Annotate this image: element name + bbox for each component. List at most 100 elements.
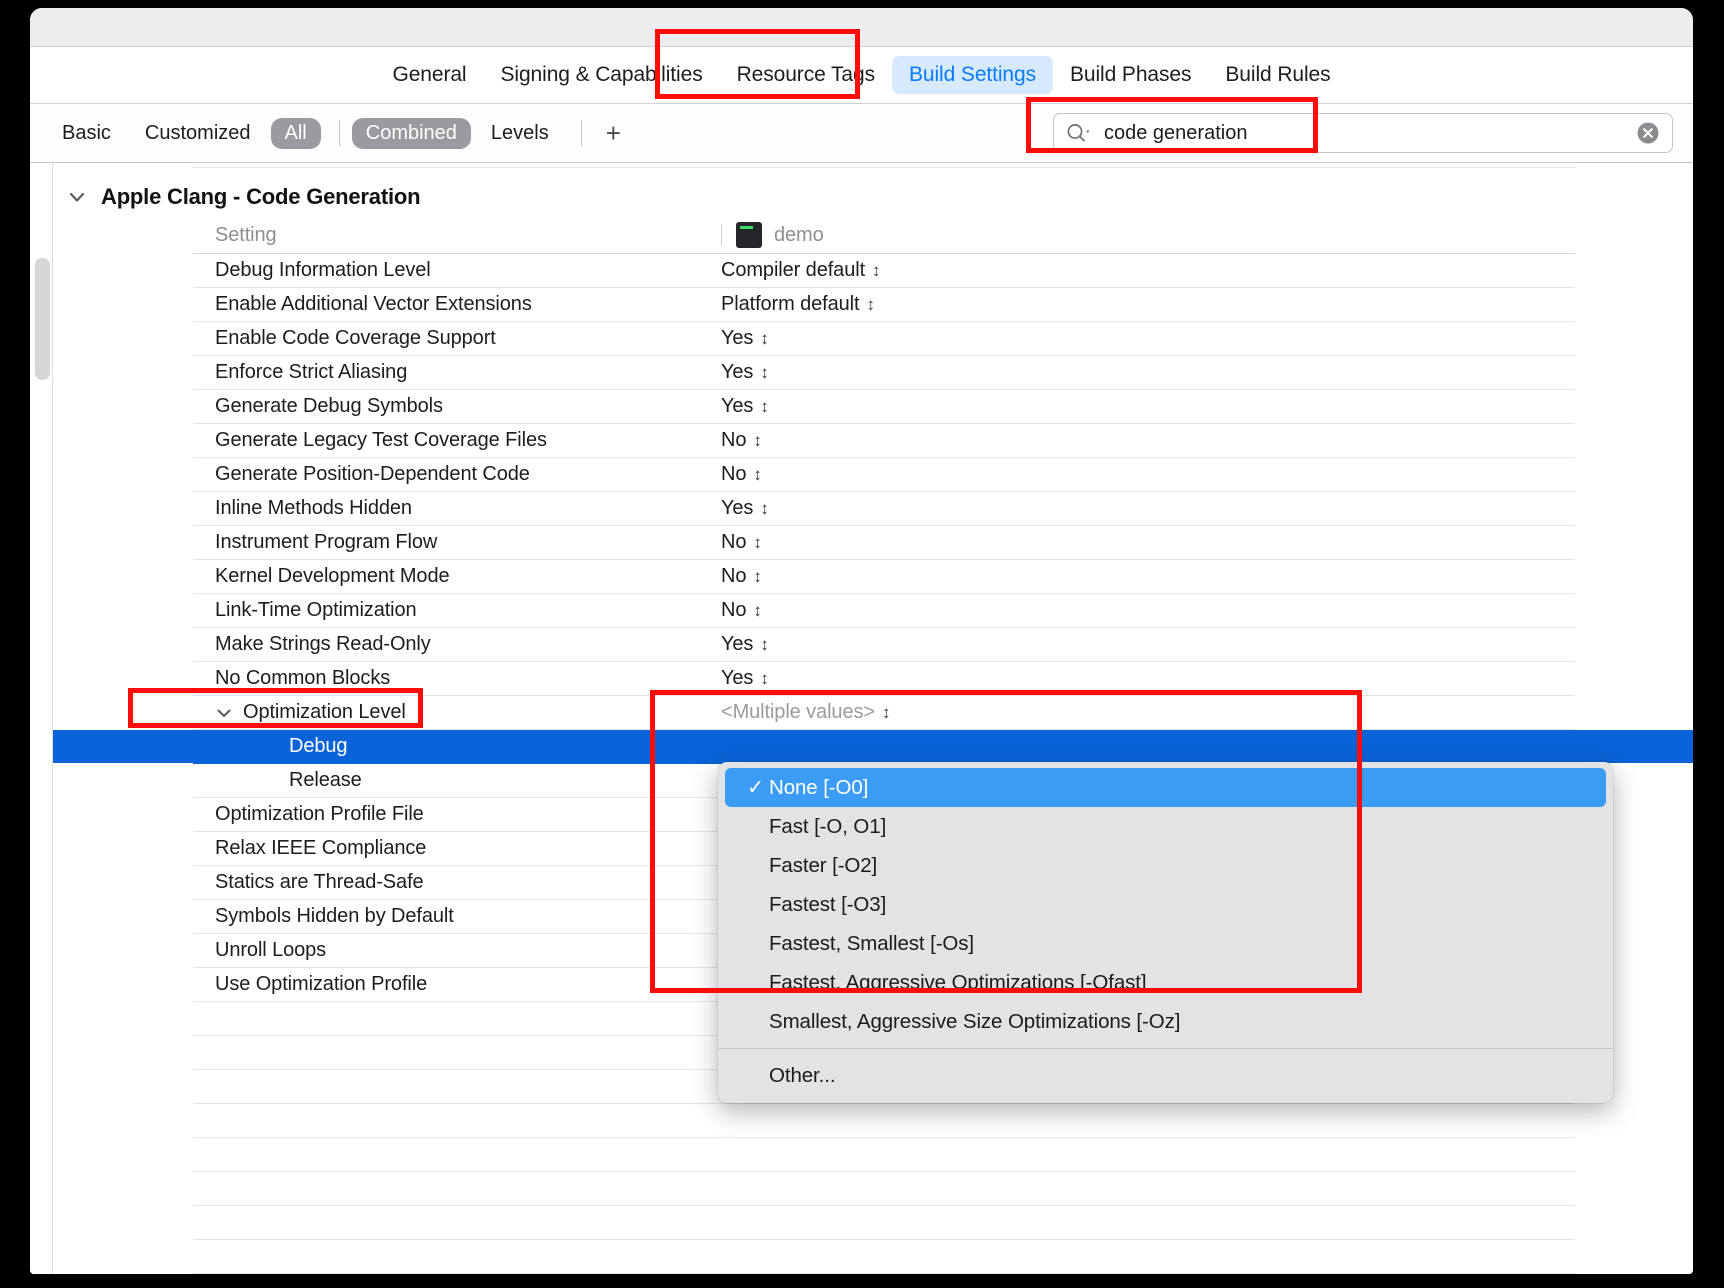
menu-item-none-o0[interactable]: ✓ None [-O0] (725, 768, 1606, 807)
setting-value-popup[interactable]: Yes ↕ (713, 497, 1575, 520)
tab-build-phases[interactable]: Build Phases (1053, 56, 1208, 94)
table-row[interactable]: Generate Legacy Test Coverage Files No ↕ (193, 424, 1575, 458)
table-row[interactable]: Generate Position-Dependent Code No ↕ (193, 458, 1575, 492)
setting-value-popup[interactable]: No ↕ (713, 463, 1575, 486)
setting-value-text: Compiler default (721, 259, 866, 281)
menu-item-label: Fast [-O, O1] (769, 814, 887, 838)
table-row[interactable]: Enable Additional Vector Extensions Plat… (193, 288, 1575, 322)
stepper-icon[interactable]: ↕ (760, 329, 769, 349)
stepper-icon[interactable]: ↕ (760, 669, 769, 689)
stepper-icon[interactable]: ↕ (760, 499, 769, 519)
menu-item-fast-o1[interactable]: Fast [-O, O1] (725, 807, 1606, 846)
clear-search-icon[interactable] (1636, 121, 1660, 145)
header-column-divider (721, 224, 722, 246)
setting-value-text: No (721, 599, 747, 621)
setting-value-popup[interactable]: No ↕ (713, 599, 1575, 622)
settings-scrollbar[interactable] (30, 163, 53, 1274)
menu-item-faster-o2[interactable]: Faster [-O2] (725, 846, 1606, 885)
selected-row-wrapper: Debug (53, 730, 1693, 764)
setting-value-popup[interactable]: Yes ↕ (713, 361, 1575, 384)
table-row[interactable]: Debug Information Level Compiler default… (193, 254, 1575, 288)
scrollbar-thumb[interactable] (35, 258, 50, 380)
column-header-target[interactable]: demo (713, 222, 1575, 248)
setting-value-popup[interactable]: Yes ↕ (713, 395, 1575, 418)
setting-value-popup[interactable]: Yes ↕ (713, 633, 1575, 656)
filter-combined[interactable]: Combined (351, 117, 471, 149)
stepper-icon[interactable]: ↕ (753, 533, 762, 553)
stepper-icon[interactable]: ↕ (753, 601, 762, 621)
stepper-icon[interactable]: ↕ (753, 465, 762, 485)
tab-build-settings[interactable]: Build Settings (891, 56, 1053, 94)
chevron-down-icon[interactable] (215, 707, 233, 719)
search-field-container: code generation (1053, 113, 1673, 153)
table-row[interactable]: No Common Blocks Yes ↕ (193, 662, 1575, 696)
setting-value-text: <Multiple values> (721, 701, 875, 723)
table-row[interactable]: Kernel Development Mode No ↕ (193, 560, 1575, 594)
filter-basic[interactable]: Basic (48, 118, 125, 149)
settings-table: Setting demo Debug Information Level Com… (53, 217, 1693, 1274)
window-titlebar (30, 8, 1693, 47)
group-header-apple-clang-code-generation[interactable]: Apple Clang - Code Generation (53, 177, 1693, 217)
filter-divider-2 (580, 120, 582, 146)
stepper-icon[interactable]: ↕ (882, 703, 891, 723)
setting-name: Relax IEEE Compliance (215, 837, 427, 859)
tab-general[interactable]: General (375, 56, 483, 94)
menu-item-fastest-o3[interactable]: Fastest [-O3] (725, 885, 1606, 924)
menu-item-other[interactable]: Other... (725, 1056, 1606, 1095)
search-icon (1066, 122, 1092, 144)
setting-value-popup[interactable]: Yes ↕ (713, 667, 1575, 690)
menu-item-label: Smallest, Aggressive Size Optimizations … (769, 1009, 1181, 1033)
table-row[interactable]: Instrument Program Flow No ↕ (193, 526, 1575, 560)
setting-value-text: Yes (721, 667, 754, 689)
stepper-icon[interactable]: ↕ (866, 295, 875, 315)
stepper-icon[interactable]: ↕ (753, 567, 762, 587)
filter-levels[interactable]: Levels (477, 118, 563, 149)
setting-value-text: No (721, 463, 747, 485)
table-row-empty (193, 1206, 1575, 1240)
setting-name-release: Release (289, 769, 362, 791)
search-field[interactable]: code generation (1053, 113, 1673, 153)
menu-item-fastest-aggressive-ofast[interactable]: Fastest, Aggressive Optimizations [-Ofas… (725, 963, 1606, 1002)
setting-value-text: Yes (721, 497, 754, 519)
stepper-icon[interactable]: ↕ (872, 261, 881, 281)
table-row[interactable]: Enable Code Coverage Support Yes ↕ (193, 322, 1575, 356)
table-row[interactable]: Enforce Strict Aliasing Yes ↕ (193, 356, 1575, 390)
setting-value-popup[interactable]: Platform default ↕ (713, 293, 1575, 316)
stepper-icon[interactable]: ↕ (753, 431, 762, 451)
setting-name: Statics are Thread-Safe (215, 871, 424, 893)
setting-value-popup[interactable]: Yes ↕ (713, 327, 1575, 350)
table-row[interactable]: Generate Debug Symbols Yes ↕ (193, 390, 1575, 424)
setting-value-text: Yes (721, 327, 754, 349)
filter-customized[interactable]: Customized (131, 118, 265, 149)
setting-value-popup[interactable]: No ↕ (713, 565, 1575, 588)
stepper-icon[interactable]: ↕ (760, 363, 769, 383)
tab-build-rules[interactable]: Build Rules (1208, 56, 1347, 94)
filter-all[interactable]: All (270, 117, 321, 149)
stepper-icon[interactable]: ↕ (760, 635, 769, 655)
setting-name: Unroll Loops (215, 939, 327, 961)
search-input-value[interactable]: code generation (1104, 122, 1636, 145)
tab-resource-tags[interactable]: Resource Tags (720, 56, 892, 94)
chevron-down-icon[interactable] (67, 190, 87, 204)
table-row-optimization-level[interactable]: Optimization Level <Multiple values> ↕ (193, 696, 1575, 730)
setting-name-label: Optimization Level (243, 701, 406, 723)
table-row[interactable]: Make Strings Read-Only Yes ↕ (193, 628, 1575, 662)
menu-item-fastest-smallest-os[interactable]: Fastest, Smallest [-Os] (725, 924, 1606, 963)
setting-value-popup[interactable]: Compiler default ↕ (713, 259, 1575, 282)
column-header-setting: Setting (215, 223, 277, 246)
setting-name-optimization-level: Optimization Level (193, 701, 713, 724)
setting-value-popup[interactable]: No ↕ (713, 531, 1575, 554)
menu-item-label: Fastest [-O3] (769, 892, 887, 916)
setting-value-popup[interactable]: No ↕ (713, 429, 1575, 452)
menu-item-smallest-aggressive-oz[interactable]: Smallest, Aggressive Size Optimizations … (725, 1002, 1606, 1041)
setting-value-popup-optimization-level[interactable]: <Multiple values> ↕ (713, 701, 1575, 724)
tab-signing-capabilities[interactable]: Signing & Capabilities (484, 56, 720, 94)
build-settings-list: Apple Clang - Code Generation Setting de… (53, 163, 1693, 1274)
table-row[interactable]: Inline Methods Hidden Yes ↕ (193, 492, 1575, 526)
table-row-debug[interactable]: Debug (193, 730, 1575, 764)
stepper-icon[interactable]: ↕ (760, 397, 769, 417)
add-user-defined-setting-button[interactable]: + (594, 120, 633, 146)
setting-name: Generate Debug Symbols (215, 395, 443, 417)
table-row[interactable]: Link-Time Optimization No ↕ (193, 594, 1575, 628)
setting-name: Enable Additional Vector Extensions (215, 293, 532, 315)
